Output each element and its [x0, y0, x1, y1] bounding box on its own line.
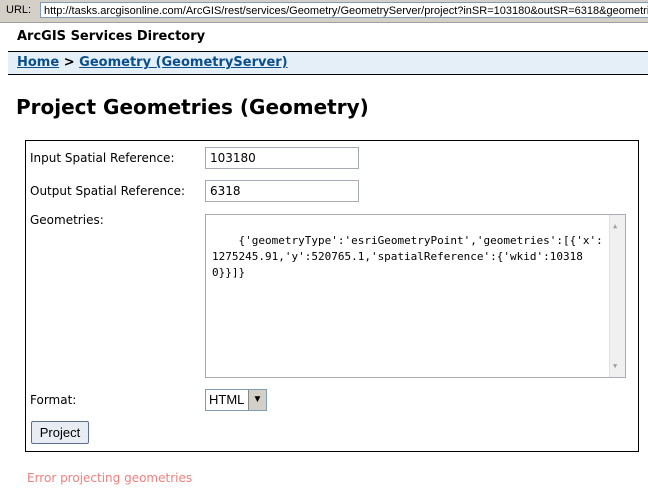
input-sr-field[interactable]: 103180	[205, 147, 359, 169]
url-bar: URL: http://tasks.arcgisonline.com/ArcGI…	[0, 0, 648, 23]
geometries-label: Geometries:	[30, 213, 104, 227]
geometries-textarea[interactable]: {'geometryType':'esriGeometryPoint','geo…	[205, 214, 626, 378]
format-selected-value: HTML	[209, 392, 245, 407]
project-button[interactable]: Project	[31, 421, 89, 444]
geometries-scrollbar[interactable]: ▲ ▼	[609, 215, 625, 377]
error-message: Error projecting geometries	[27, 471, 193, 485]
project-form: Input Spatial Reference: 103180 Output S…	[25, 140, 639, 452]
breadcrumb-home-link[interactable]: Home	[17, 55, 59, 70]
url-input[interactable]: http://tasks.arcgisonline.com/ArcGIS/res…	[40, 2, 648, 18]
scroll-down-icon[interactable]: ▼	[613, 358, 617, 374]
scroll-up-icon[interactable]: ▲	[613, 218, 617, 234]
breadcrumb: Home > Geometry (GeometryServer)	[8, 51, 648, 75]
format-select[interactable]: HTML ▼	[205, 389, 267, 411]
directory-title: ArcGIS Services Directory	[17, 29, 206, 44]
chevron-down-icon[interactable]: ▼	[248, 390, 266, 410]
url-label: URL:	[6, 4, 32, 16]
breadcrumb-separator: >	[63, 55, 75, 70]
geometries-text: {'geometryType':'esriGeometryPoint','geo…	[212, 234, 603, 279]
output-sr-label: Output Spatial Reference:	[30, 184, 186, 198]
page-title: Project Geometries (Geometry)	[16, 95, 369, 119]
breadcrumb-geometry-link[interactable]: Geometry (GeometryServer)	[79, 55, 287, 70]
output-sr-field[interactable]: 6318	[205, 180, 359, 202]
input-sr-label: Input Spatial Reference:	[30, 151, 175, 165]
format-label: Format:	[30, 393, 77, 407]
